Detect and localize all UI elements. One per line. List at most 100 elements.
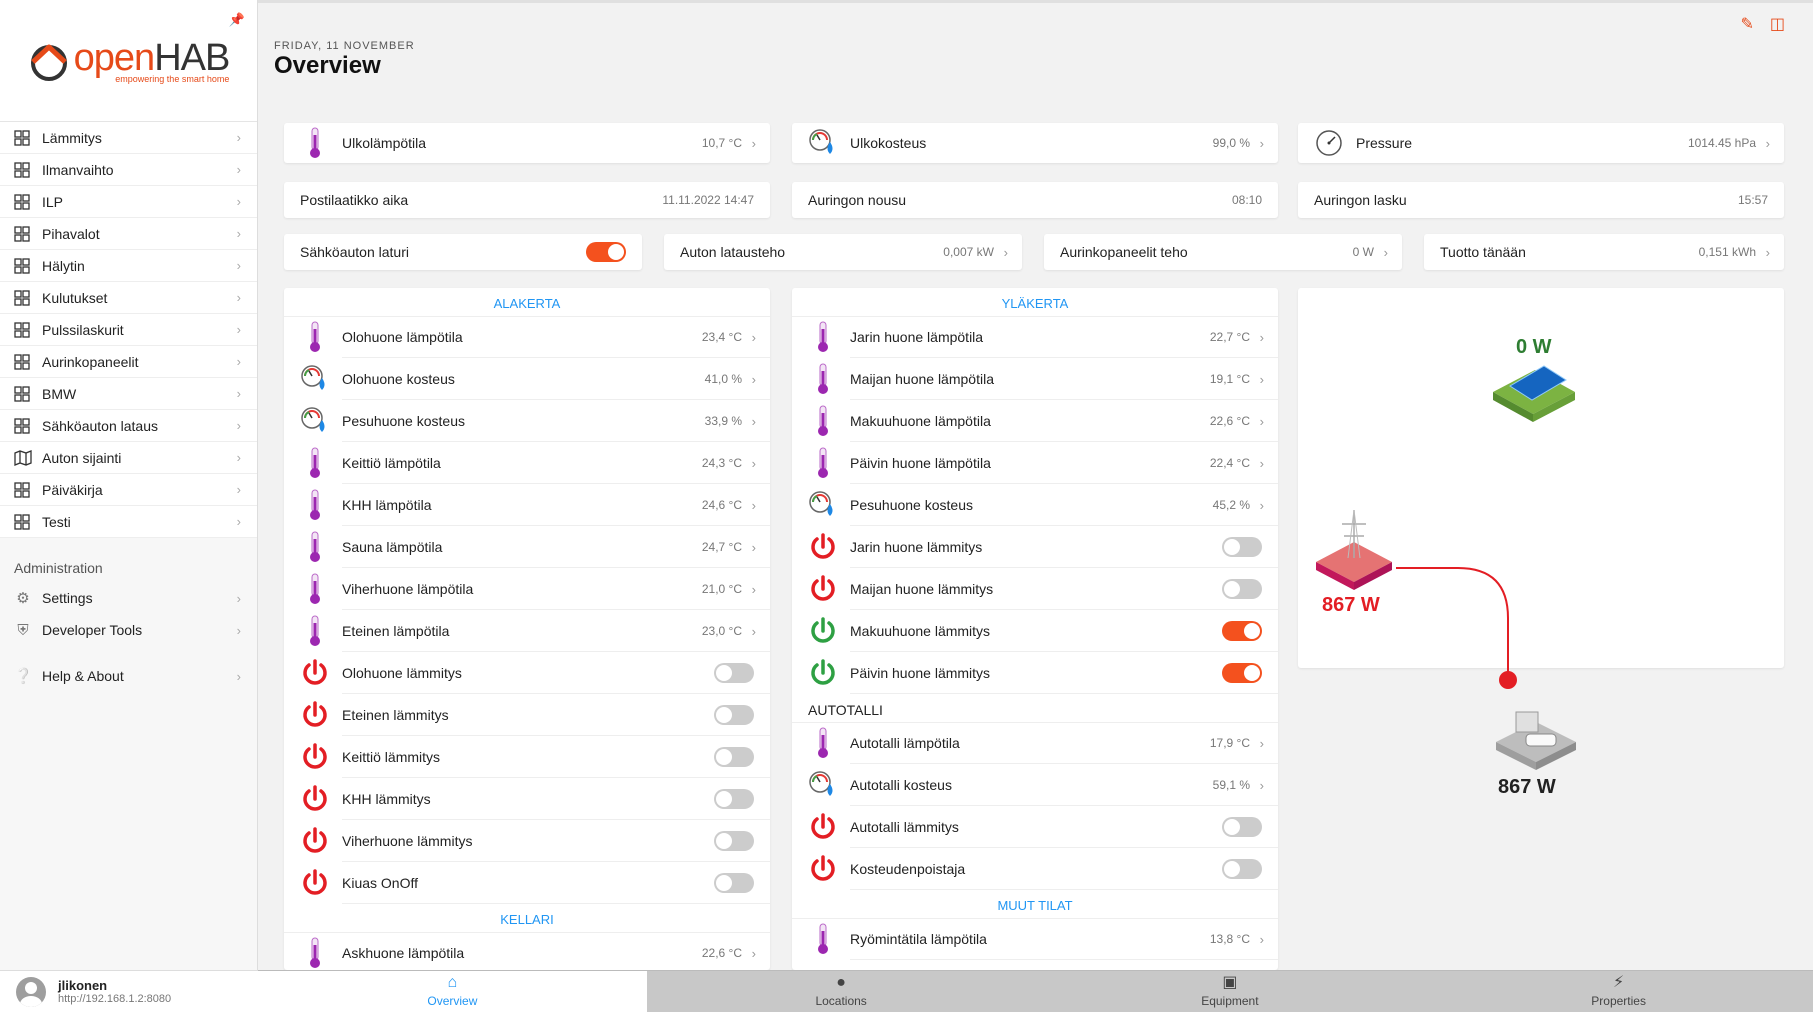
list-item-kosteudenpoistaja: Kosteudenpoistaja [792, 848, 1278, 890]
cube-icon: ▣ [1222, 974, 1238, 991]
list-item-askhuone-lampotila[interactable]: Askhuone lämpötila 22,6 °C › [284, 932, 770, 970]
card-tuotto-tanaan[interactable]: Tuotto tänään 0,151 kWh › [1424, 234, 1784, 270]
sidebar-item-label: Sähköauton lataus [42, 417, 158, 434]
list-item-sauna-lampotila[interactable]: Sauna lämpötila 24,7 °C › [284, 526, 770, 568]
page-title: Overview [274, 52, 381, 79]
grid-to-home-flow [1396, 567, 1509, 680]
sidebar-item-pihavalot[interactable]: Pihavalot › [0, 218, 257, 250]
sidebar-item-halytin[interactable]: Hälytin › [0, 250, 257, 282]
tab-properties[interactable]: ⚡ Properties [1424, 970, 1813, 1012]
grid-icon [14, 353, 32, 370]
chevron-right-icon: › [751, 581, 756, 597]
chevron-right-icon: › [236, 130, 241, 145]
power-icon [298, 740, 332, 774]
tab-equipment[interactable]: ▣ Equipment [1035, 970, 1425, 1012]
sidebar-item-ilmanvaihto[interactable]: Ilmanvaihto › [0, 154, 257, 186]
heating-toggle[interactable] [1222, 579, 1262, 599]
sidebar-item-help[interactable]: ❔ Help & About › [0, 660, 257, 692]
thermometer-icon [298, 530, 332, 564]
chevron-right-icon: › [236, 258, 241, 273]
main-content: FRIDAY, 11 NOVEMBER Overview ✎ ◫ Ulkoläm… [258, 0, 1813, 970]
openhab-logo[interactable]: openHAB empowering the smart home [0, 0, 257, 122]
card-pressure[interactable]: Pressure 1014.45 hPa › [1298, 123, 1784, 163]
gear-icon: ⚙ [16, 590, 30, 607]
chevron-right-icon: › [236, 514, 241, 529]
list-item-pesuhuone-kosteus[interactable]: Pesuhuone kosteus 33,9 % › [284, 400, 770, 442]
chevron-right-icon: › [1383, 244, 1388, 260]
sidebar-item-kulutukset[interactable]: Kulutukset › [0, 282, 257, 314]
card-postilaatikko: Postilaatikko aika 11.11.2022 14:47 [284, 182, 770, 218]
sidebar-nav: Lämmitys › Ilmanvaihto › ILP › Pihavalot › Hälyt… [0, 122, 257, 538]
heating-toggle[interactable] [1222, 859, 1262, 879]
list-item-autotalli-kosteus[interactable]: Autotalli kosteus 59,1 % › [792, 764, 1278, 806]
avatar [16, 976, 46, 1007]
tab-overview[interactable]: ⌂ Overview [258, 970, 647, 1012]
sidebar-item-ilp[interactable]: ILP › [0, 186, 257, 218]
list-item-makuuhuone-lampotila[interactable]: Makuuhuone lämpötila 22,6 °C › [792, 400, 1278, 442]
heating-toggle[interactable] [714, 705, 754, 725]
thermometer-icon [298, 614, 332, 648]
edit-icon[interactable]: ✎ [1740, 14, 1753, 34]
heating-toggle[interactable] [1222, 537, 1262, 557]
list-item-paivin-huone-lampotila[interactable]: Päivin huone lämpötila 22,4 °C › [792, 442, 1278, 484]
card-ulkokosteus[interactable]: Ulkokosteus 99,0 % › [792, 123, 1278, 163]
sidebar-item-settings[interactable]: ⚙ Settings › [0, 582, 257, 614]
chevron-right-icon: › [1259, 735, 1264, 751]
chevron-right-icon: › [1259, 329, 1264, 345]
list-item-olohuone-lampotila[interactable]: Olohuone lämpötila 23,4 °C › [284, 316, 770, 358]
heating-toggle[interactable] [714, 789, 754, 809]
sidebar-item-sahkoauton-lataus[interactable]: Sähköauton lataus › [0, 410, 257, 442]
card-ylakerta: YLÄKERTA Jarin huone lämpötila 22,7 °C › Mai… [792, 288, 1278, 970]
sidebar-item-lammitys[interactable]: Lämmitys › [0, 122, 257, 154]
thermometer-icon [298, 446, 332, 480]
chevron-right-icon: › [236, 290, 241, 305]
heating-toggle[interactable] [1222, 621, 1262, 641]
card-aurinkopaneelit-teho[interactable]: Aurinkopaneelit teho 0 W › [1044, 234, 1402, 270]
list-item-viherhuone-lampotila[interactable]: Viherhuone lämpötila 21,0 °C › [284, 568, 770, 610]
sidebar-item-auton-sijainti[interactable]: Auton sijainti › [0, 442, 257, 474]
sidebar-item-developer-tools[interactable]: ⛨ Developer Tools › [0, 614, 257, 646]
sidebar-item-paivakirja[interactable]: Päiväkirja › [0, 474, 257, 506]
list-item-eteinen-lampotila[interactable]: Eteinen lämpötila 23,0 °C › [284, 610, 770, 652]
grid-icon [14, 225, 32, 242]
grid-icon [14, 257, 32, 274]
grid-icon [14, 385, 32, 402]
card-auton-latausteho[interactable]: Auton latausteho 0,007 kW › [664, 234, 1022, 270]
list-item-ryomintatila-lampotila[interactable]: Ryömintätila lämpötila 13,8 °C › [792, 918, 1278, 960]
user-profile[interactable]: jlikonen http://192.168.1.2:8080 [0, 970, 258, 1012]
heating-toggle[interactable] [1222, 663, 1262, 683]
list-item-khh-lampotila[interactable]: KHH lämpötila 24,6 °C › [284, 484, 770, 526]
list-item-jarin-huone-lampotila[interactable]: Jarin huone lämpötila 22,7 °C › [792, 316, 1278, 358]
thermometer-icon [298, 572, 332, 606]
panel-icon[interactable]: ◫ [1770, 14, 1785, 34]
sidebar-item-aurinkopaneelit[interactable]: Aurinkopaneelit › [0, 346, 257, 378]
sidebar-item-pulssilaskurit[interactable]: Pulssilaskurit › [0, 314, 257, 346]
heating-toggle[interactable] [714, 873, 754, 893]
humidity-icon [806, 768, 840, 802]
list-item-pesuhuone-kosteus[interactable]: Pesuhuone kosteus 45,2 % › [792, 484, 1278, 526]
chevron-right-icon: › [1259, 135, 1264, 151]
list-item-olohuone-kosteus[interactable]: Olohuone kosteus 41,0 % › [284, 358, 770, 400]
chevron-right-icon: › [1259, 931, 1264, 947]
card-ulkolampotila[interactable]: Ulkolämpötila 10,7 °C › [284, 123, 770, 163]
heating-toggle[interactable] [714, 831, 754, 851]
sidebar-item-testi[interactable]: Testi › [0, 506, 257, 538]
list-item-keittio-lampotila[interactable]: Keittiö lämpötila 24,3 °C › [284, 442, 770, 484]
home-power-value: 867 W [1498, 776, 1556, 798]
list-item-maijan-huone-lampotila[interactable]: Maijan huone lämpötila 19,1 °C › [792, 358, 1278, 400]
sidebar-item-bmw[interactable]: BMW › [0, 378, 257, 410]
heating-toggle[interactable] [1222, 817, 1262, 837]
heating-toggle[interactable] [714, 663, 754, 683]
chevron-right-icon: › [236, 162, 241, 177]
group-title-kellari: KELLARI [500, 912, 554, 927]
grid-icon [14, 129, 32, 146]
list-item-olohuone-lammitys: Olohuone lämmitys [284, 652, 770, 694]
heating-toggle[interactable] [714, 747, 754, 767]
list-item-autotalli-lampotila[interactable]: Autotalli lämpötila 17,9 °C › [792, 722, 1278, 764]
power-icon [806, 852, 840, 886]
humidity-icon [298, 404, 332, 438]
laturi-toggle[interactable] [586, 242, 626, 262]
thermometer-icon [298, 126, 332, 160]
tab-locations[interactable]: ● Locations [646, 970, 1036, 1012]
pin-icon[interactable]: 📌 [229, 12, 245, 28]
